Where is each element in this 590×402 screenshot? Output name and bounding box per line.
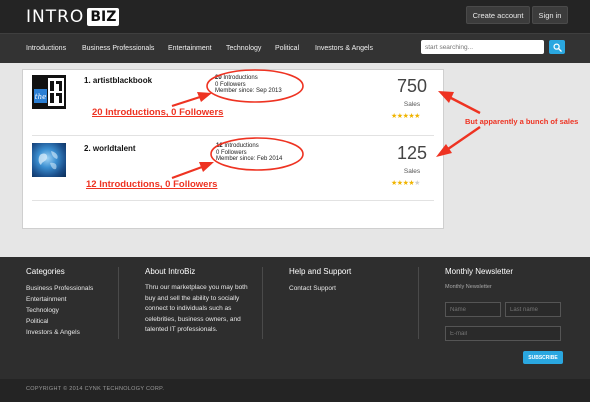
- search-icon: [552, 42, 562, 52]
- search-button[interactable]: [549, 40, 565, 54]
- sales-label: Sales: [403, 101, 421, 108]
- row-divider: [32, 200, 434, 201]
- listing-stats: 20 Introductions 0 Followers Member sinc…: [215, 75, 282, 95]
- logo-text: INTRO: [26, 7, 85, 27]
- newsletter-subtitle: Monthly Newsletter: [445, 284, 492, 290]
- row-divider: [32, 135, 434, 136]
- introductions-count: 20: [215, 75, 222, 81]
- footer-divider: [418, 267, 419, 339]
- footer-link[interactable]: Investors & Angels: [26, 329, 80, 336]
- listing-title[interactable]: 2. worldtalent: [84, 144, 136, 153]
- star-icon: ★: [414, 113, 420, 120]
- globe-icon: [38, 151, 58, 170]
- member-since: Member since: Feb 2014: [216, 156, 283, 162]
- sales-count: 750: [396, 76, 428, 96]
- introductions-label: Introductions: [223, 75, 258, 81]
- introductions-label: Introductions: [224, 143, 259, 149]
- star-icon: ★: [414, 180, 420, 187]
- footer-about-text: Thru our marketplace you may both buy an…: [145, 284, 248, 333]
- nav-item-entertainment[interactable]: Entertainment: [168, 45, 212, 52]
- annotation-row1: 20 Introductions, 0 Followers: [92, 107, 224, 118]
- annotation-arrow: [447, 126, 481, 150]
- sales-label: Sales: [403, 168, 421, 175]
- contact-support-link[interactable]: Contact Support: [289, 285, 336, 292]
- nav-item-business-professionals[interactable]: Business Professionals: [82, 45, 154, 52]
- nav-item-investors-angels[interactable]: Investors & Angels: [315, 45, 373, 52]
- email-input[interactable]: [445, 326, 561, 341]
- logo[interactable]: INTRO BIZ: [26, 7, 120, 27]
- subscribe-button[interactable]: SUBSCRIBE: [523, 351, 563, 364]
- listing-title[interactable]: 1. artistblackbook: [84, 76, 152, 85]
- introductions-count: 12: [216, 143, 223, 149]
- footer-link[interactable]: Business Professionals: [26, 285, 93, 292]
- listing-thumbnail[interactable]: the: [32, 75, 66, 109]
- nav-item-introductions[interactable]: Introductions: [26, 45, 66, 52]
- nav-item-technology[interactable]: Technology: [226, 45, 261, 52]
- annotation-arrow: [450, 96, 481, 115]
- listing-thumbnail[interactable]: [32, 143, 66, 177]
- footer-divider: [118, 267, 119, 339]
- footer-divider: [262, 267, 263, 339]
- footer-link[interactable]: Political: [26, 318, 48, 325]
- top-bar: INTRO BIZ Create account Sign in: [0, 0, 590, 33]
- listing-stats: 12 Introductions 0 Followers Member sinc…: [216, 143, 282, 163]
- logo-badge: BIZ: [87, 8, 120, 26]
- rating-stars: ★★★★★: [391, 112, 420, 120]
- footer-categories-title: Categories: [26, 267, 65, 276]
- footer-link[interactable]: Technology: [26, 307, 59, 314]
- footer-link[interactable]: Entertainment: [26, 296, 66, 303]
- annotation-row2: 12 Introductions, 0 Followers: [86, 179, 218, 190]
- footer-about-title: About IntroBiz: [145, 267, 196, 276]
- rating-stars: ★★★★★: [391, 179, 420, 187]
- last-name-input[interactable]: [505, 302, 561, 317]
- footer-newsletter-title: Monthly Newsletter: [445, 267, 514, 276]
- artistblackbook-logo-icon: the: [32, 75, 66, 109]
- footer-support-title: Help and Support: [289, 267, 352, 276]
- create-account-button[interactable]: Create account: [466, 6, 530, 24]
- nav-item-political[interactable]: Political: [275, 45, 299, 52]
- sign-in-button[interactable]: Sign in: [532, 6, 568, 24]
- copyright-text: COPYRIGHT © 2014 CYNK TECHNOLOGY CORP.: [26, 386, 165, 392]
- member-since: Member since: Sep 2013: [215, 88, 282, 94]
- name-input[interactable]: [445, 302, 501, 317]
- thumb-text: the: [35, 93, 46, 101]
- annotation-sales: But apparently a bunch of sales: [465, 117, 579, 126]
- search-input[interactable]: [421, 40, 544, 54]
- sales-count: 125: [396, 143, 428, 163]
